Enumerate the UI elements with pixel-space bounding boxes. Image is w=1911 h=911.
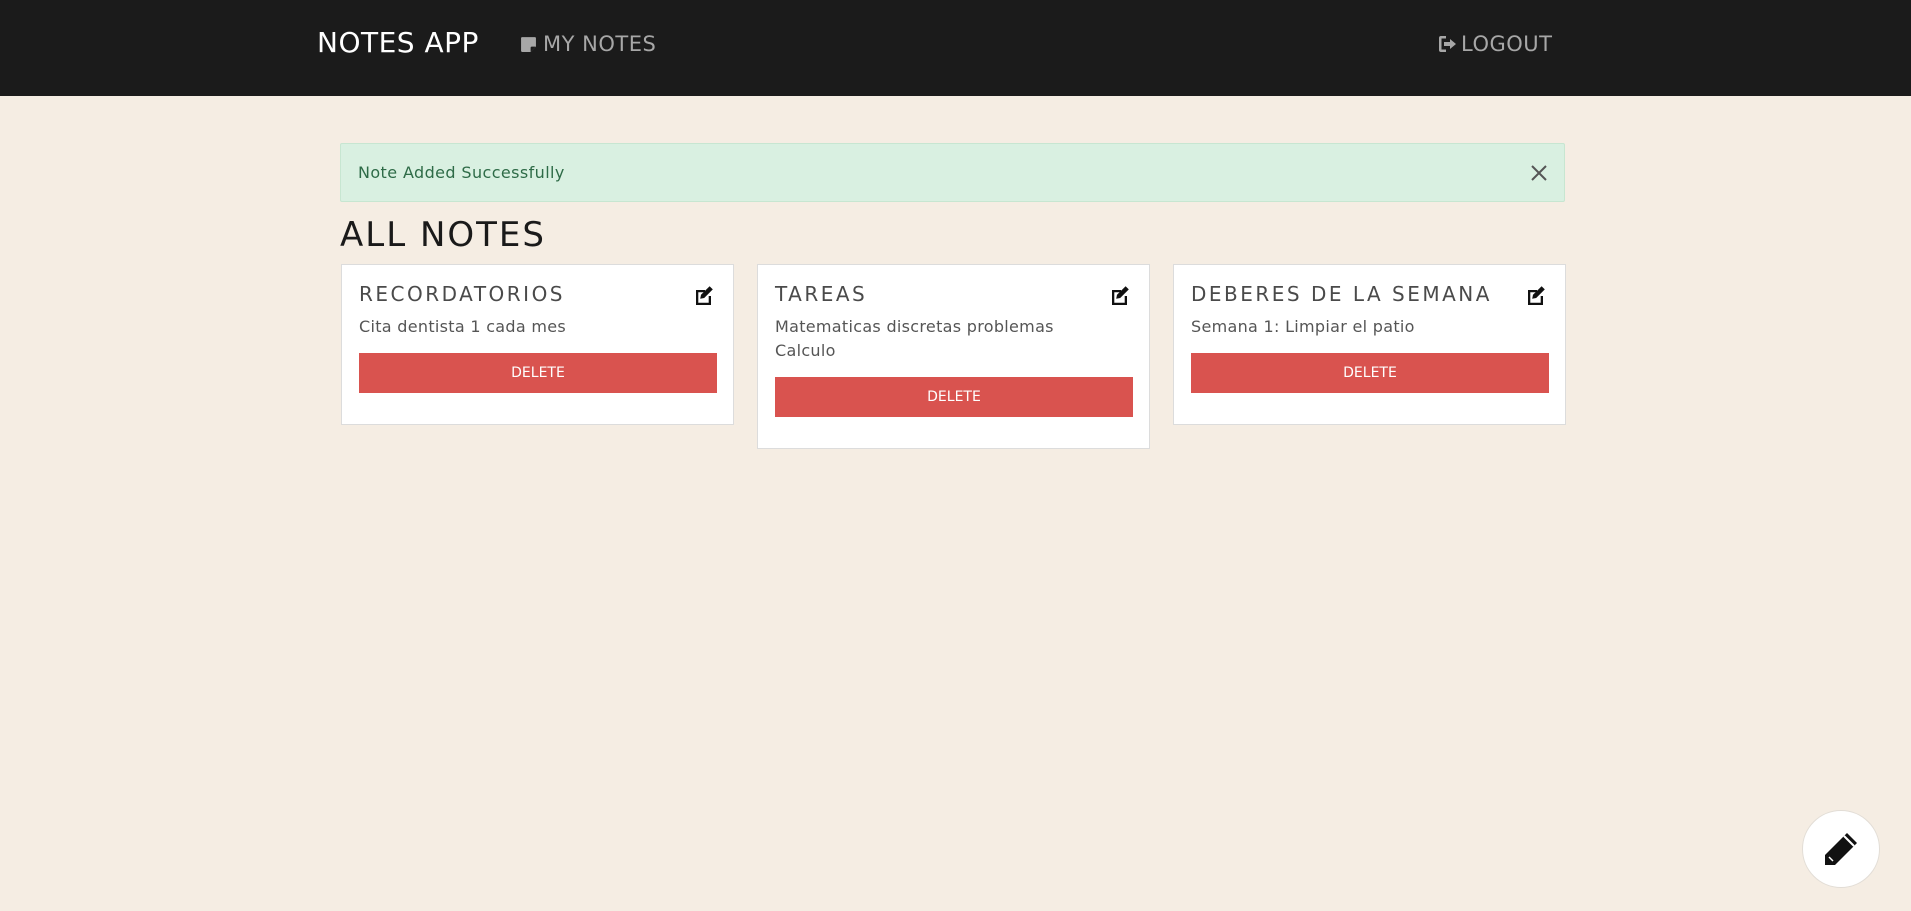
close-icon[interactable] bbox=[1528, 162, 1550, 184]
note-body: Cita dentista 1 cada mes bbox=[359, 317, 567, 336]
note-title: RECORDATORIOS bbox=[359, 282, 566, 306]
edit-icon[interactable] bbox=[1109, 284, 1131, 306]
note-title: TAREAS bbox=[775, 282, 868, 306]
delete-button[interactable]: DELETE bbox=[775, 377, 1133, 417]
logout-link[interactable]: LOGOUT bbox=[1438, 32, 1552, 56]
sticky-note-icon bbox=[521, 36, 536, 52]
pencil-icon bbox=[1825, 833, 1857, 865]
note-card: TAREAS Matematicas discretas problemas C… bbox=[757, 264, 1150, 449]
sign-out-icon bbox=[1439, 36, 1456, 52]
nav-my-notes-label: MY NOTES bbox=[543, 32, 657, 56]
note-body: Semana 1: Limpiar el patio bbox=[1191, 317, 1415, 336]
logout-label: LOGOUT bbox=[1461, 32, 1553, 56]
add-note-button[interactable] bbox=[1802, 810, 1880, 888]
nav-my-notes[interactable]: MY NOTES bbox=[520, 32, 656, 56]
edit-icon[interactable] bbox=[1525, 284, 1547, 306]
page-title: ALL NOTES bbox=[340, 215, 546, 255]
delete-button[interactable]: DELETE bbox=[359, 353, 717, 393]
note-card: DEBERES DE LA SEMANA Semana 1: Limpiar e… bbox=[1173, 264, 1566, 425]
brand-logo[interactable]: NOTES APP bbox=[317, 26, 479, 59]
navbar: NOTES APP MY NOTES LOGOUT bbox=[0, 0, 1911, 96]
note-body: Matematicas discretas problemas Calculo bbox=[775, 317, 1054, 360]
alert-message: Note Added Successfully bbox=[358, 163, 565, 182]
delete-button[interactable]: DELETE bbox=[1191, 353, 1549, 393]
note-title: DEBERES DE LA SEMANA bbox=[1191, 282, 1492, 306]
success-alert: Note Added Successfully bbox=[340, 143, 1565, 202]
note-card: RECORDATORIOS Cita dentista 1 cada mes D… bbox=[341, 264, 734, 425]
edit-icon[interactable] bbox=[693, 284, 715, 306]
